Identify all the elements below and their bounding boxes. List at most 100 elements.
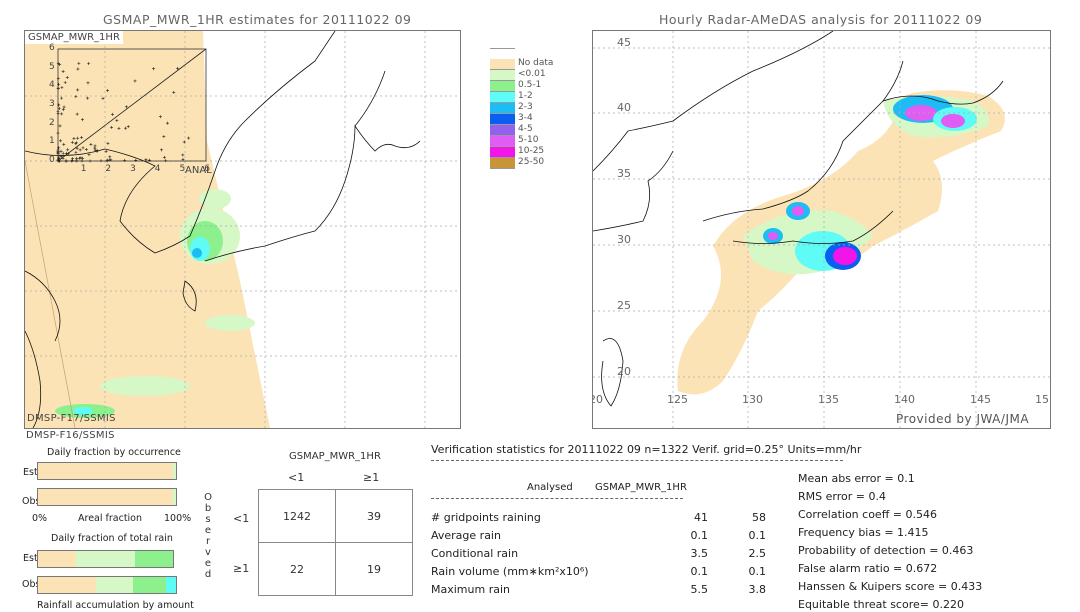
right-map: 45 40 35 30 25 20 20 125 130 135 140 145 15 Provide… — [592, 30, 1051, 429]
inset-x-tick: 2 — [105, 164, 112, 174]
contingency-row-2: ≥1 — [233, 562, 250, 575]
stat-model: 58 — [752, 511, 766, 524]
legend-label: No data — [518, 58, 554, 68]
col-analysed: Analysed — [527, 482, 573, 493]
inset-y-tick: 2 — [49, 117, 55, 128]
bar-segment — [38, 489, 174, 505]
inset-label: GSMAP_MWR_1HR — [25, 31, 123, 44]
lat-tick: 35 — [617, 167, 631, 180]
rain-blob — [205, 315, 255, 331]
stat-model: 3.8 — [748, 583, 767, 596]
occurrence-axis-label: Areal fraction — [78, 513, 143, 524]
rain-area — [941, 114, 965, 128]
total-rain-est-label: Est — [23, 553, 38, 564]
score-line: RMS error = 0.4 — [798, 490, 886, 503]
legend-label: 1-2 — [518, 91, 533, 101]
stat-model: 0.1 — [748, 529, 767, 542]
lon-tick: 20 — [593, 393, 603, 406]
inset-x-tick: 5 — [179, 164, 186, 174]
contingency-col-2: ≥1 — [363, 471, 380, 484]
contingency-cell: 19 — [335, 542, 413, 596]
lon-tick: 145 — [970, 393, 991, 406]
legend-swatch — [490, 103, 515, 114]
legend-label: 4-5 — [518, 124, 533, 134]
stat-label: Maximum rain — [431, 583, 510, 596]
legend-label: <0.01 — [518, 69, 546, 79]
left-map-title: GSMAP_MWR_1HR estimates for 20111022 09 — [103, 12, 412, 27]
lat-tick: 30 — [617, 233, 631, 246]
inset-y-tick: 3 — [49, 98, 55, 109]
rain-blob — [192, 248, 202, 258]
bar-segment — [135, 551, 173, 567]
observed-side-label: Observed — [203, 492, 213, 580]
side-label-char: d — [204, 569, 212, 580]
occurrence-obs-bar — [37, 488, 177, 506]
legend-swatch — [490, 114, 515, 125]
total-rain-obs-bar — [37, 576, 177, 594]
bar-segment — [75, 551, 136, 567]
lon-tick: 15 — [1035, 393, 1049, 406]
rain-area — [768, 232, 778, 240]
stat-model: 0.1 — [748, 565, 767, 578]
right-map-title: Hourly Radar-AMeDAS analysis for 2011102… — [659, 12, 983, 27]
score-line: Correlation coeff = 0.546 — [798, 508, 937, 521]
verification-header: Verification statistics for 20111022 09 … — [431, 443, 862, 456]
legend-swatch — [490, 70, 515, 81]
score-line: False alarm ratio = 0.672 — [798, 562, 938, 575]
lat-tick: 25 — [617, 299, 631, 312]
inset-y-tick: 6 — [49, 42, 55, 53]
inset-y-tick: 1 — [49, 136, 55, 147]
contingency-cell: 39 — [335, 489, 413, 543]
sensor-label-2: DMSP-F16/SSMIS — [26, 430, 115, 441]
occurrence-est-label: Est — [23, 467, 38, 478]
inset-y-tick: 5 — [49, 61, 55, 72]
stat-analysed: 0.1 — [690, 565, 709, 578]
bar-segment — [38, 463, 173, 479]
bar-segment — [172, 463, 176, 479]
legend-swatch — [490, 81, 515, 92]
rain-blob — [100, 376, 190, 396]
legend-swatch — [490, 59, 515, 70]
legend-swatch — [490, 136, 515, 147]
stat-analysed: 41 — [694, 511, 708, 524]
side-label-char: e — [204, 525, 212, 536]
right-map-canvas — [593, 31, 1050, 428]
score-line: Probability of detection = 0.463 — [798, 544, 974, 557]
legend-label: 10-25 — [518, 146, 545, 156]
bar-segment — [166, 577, 176, 593]
inset-y-tick: 0 — [49, 155, 55, 165]
legend-label: 25-50 — [518, 157, 545, 167]
lon-tick: 130 — [742, 393, 763, 406]
stat-analysed: 5.5 — [690, 583, 709, 596]
inset-x-tick: 6 — [204, 164, 210, 174]
side-label-char: s — [205, 514, 211, 525]
occurrence-est-bar — [37, 462, 177, 480]
contingency-cell: 22 — [258, 542, 336, 596]
side-label-char: r — [205, 536, 211, 547]
stat-analysed: 0.1 — [690, 529, 709, 542]
contingency-table: 1242 39 22 19 — [258, 489, 413, 596]
contingency-header: GSMAP_MWR_1HR — [289, 451, 381, 462]
total-rain-est-bar — [37, 550, 174, 568]
bar-segment — [95, 577, 134, 593]
left-map: GSMAP_MWR_1HR ANAL 0123456 123456 DMSP-F… — [24, 30, 461, 429]
legend-label: 0.5-1 — [518, 80, 542, 90]
score-line: Frequency bias = 1.415 — [798, 526, 929, 539]
lon-tick: 135 — [818, 393, 839, 406]
col-model: GSMAP_MWR_1HR — [595, 482, 687, 493]
divider — [431, 498, 683, 499]
stat-label: Conditional rain — [431, 547, 519, 560]
score-line: Mean abs error = 0.1 — [798, 472, 915, 485]
lon-tick: 125 — [667, 393, 688, 406]
legend-swatch — [490, 147, 515, 158]
bar-segment — [173, 489, 176, 505]
rain-blob — [199, 189, 231, 209]
stat-analysed: 3.5 — [690, 547, 709, 560]
lat-tick: 20 — [617, 365, 631, 378]
occurrence-axis-left: 0% — [32, 513, 48, 524]
sensor-label-1: DMSP-F17/SSMIS — [27, 413, 116, 424]
side-label-char: b — [204, 503, 212, 514]
inset-x-tick: 1 — [80, 164, 87, 174]
contingency-row-1: <1 — [233, 512, 250, 525]
stat-label: Average rain — [431, 529, 501, 542]
